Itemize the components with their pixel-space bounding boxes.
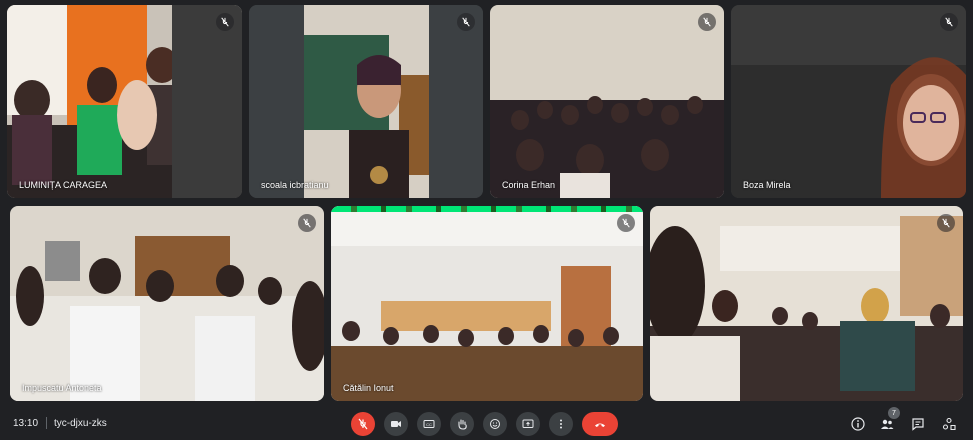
meeting-code: tyc-djxu-zks [54,418,107,429]
emoji-icon [490,419,500,429]
muted-mic-icon [617,214,635,232]
meeting-control-bar: 13:10 tyc-djxu-zks CC 7 [0,404,973,440]
video-feed [7,5,242,198]
raise-hand-icon [458,419,467,430]
captions-button[interactable]: CC [417,412,441,436]
muted-mic-icon [457,13,475,31]
participant-name: Corina Erhan [502,180,556,190]
mic-off-icon [358,418,368,430]
camera-toggle-button[interactable] [384,412,408,436]
participant-tile[interactable]: LUMINIȚA CARAGEA [7,5,242,198]
present-screen-button[interactable] [516,412,540,436]
muted-mic-icon [940,13,958,31]
muted-mic-icon [216,13,234,31]
end-call-icon [595,423,605,427]
participant-name: LUMINIȚA CARAGEA [19,180,108,190]
participant-tile[interactable]: Impuscatu Antoneta [10,206,324,401]
meeting-details-button[interactable] [850,416,866,432]
info-icon [851,417,865,431]
video-feed [650,206,963,401]
svg-text:CC: CC [426,422,432,427]
captions-icon: CC [423,420,435,428]
chat-icon [912,418,924,431]
microphone-toggle-button[interactable] [351,412,375,436]
video-feed [490,5,724,198]
participant-name: Boza Mirela [743,180,791,190]
camera-icon [391,421,401,427]
participant-tile[interactable]: scoala icbratianu [249,5,483,198]
video-feed [10,206,324,401]
participant-tile[interactable]: Cătălin Ionut [331,206,643,401]
participant-tile[interactable]: Corina Erhan [490,5,724,198]
participant-name: Impuscatu Antoneta [22,383,102,393]
divider [46,417,47,429]
participant-name: scoala icbratianu [261,180,329,190]
participant-name: Cătălin Ionut [343,383,394,393]
raise-hand-button[interactable] [450,412,474,436]
video-feed [331,206,643,401]
more-options-icon [560,419,562,429]
leave-call-button[interactable] [582,412,618,436]
activities-icon [942,417,956,431]
present-screen-icon [522,419,534,428]
muted-mic-icon [298,214,316,232]
people-icon [881,419,894,429]
more-options-button[interactable] [549,412,573,436]
people-button[interactable] [879,416,895,432]
video-feed [249,5,483,198]
video-feed [731,5,966,198]
meeting-clock: 13:10 [13,418,39,429]
reactions-button[interactable] [483,412,507,436]
activities-button[interactable] [941,416,957,432]
chat-button[interactable] [910,416,926,432]
muted-mic-icon [937,214,955,232]
active-speaker-indicator [331,206,643,212]
participant-tile[interactable] [650,206,963,401]
participant-tile[interactable]: Boza Mirela [731,5,966,198]
muted-mic-icon [698,13,716,31]
